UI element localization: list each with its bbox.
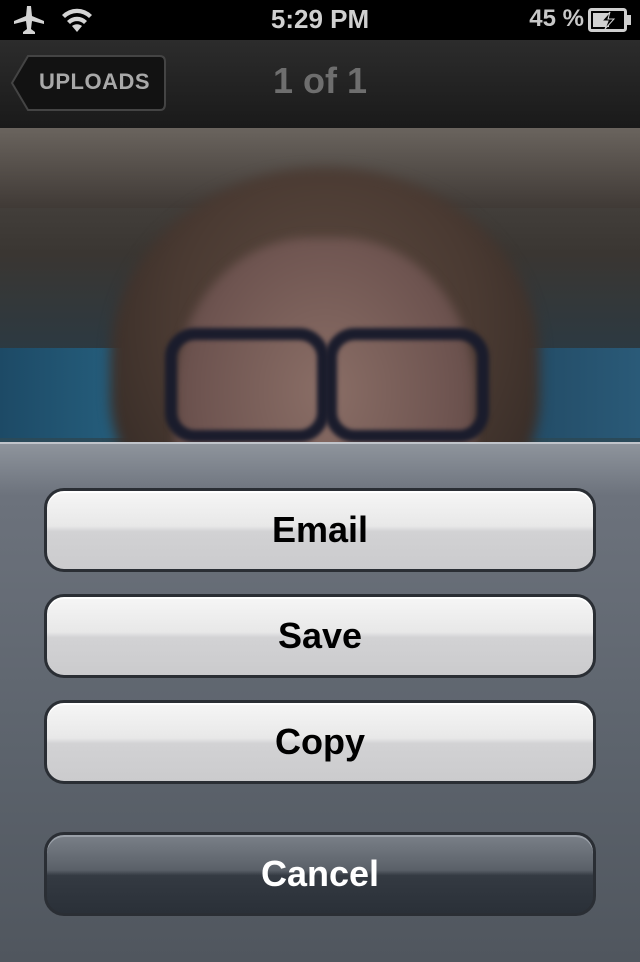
cancel-button[interactable]: Cancel bbox=[44, 832, 596, 916]
battery-percent: 45 % bbox=[529, 5, 584, 32]
status-bar: 5:29 PM 45 % bbox=[0, 0, 640, 40]
email-button[interactable]: Email bbox=[44, 488, 596, 572]
copy-button[interactable]: Copy bbox=[44, 700, 596, 784]
save-button[interactable]: Save bbox=[44, 594, 596, 678]
page-title: 1 of 1 bbox=[272, 60, 368, 101]
navigation-bar: UPLOADS 1 of 1 bbox=[0, 40, 640, 129]
action-sheet: Email Save Copy Cancel bbox=[0, 442, 640, 962]
photo-image bbox=[0, 128, 640, 442]
battery-charging-icon bbox=[588, 8, 632, 37]
